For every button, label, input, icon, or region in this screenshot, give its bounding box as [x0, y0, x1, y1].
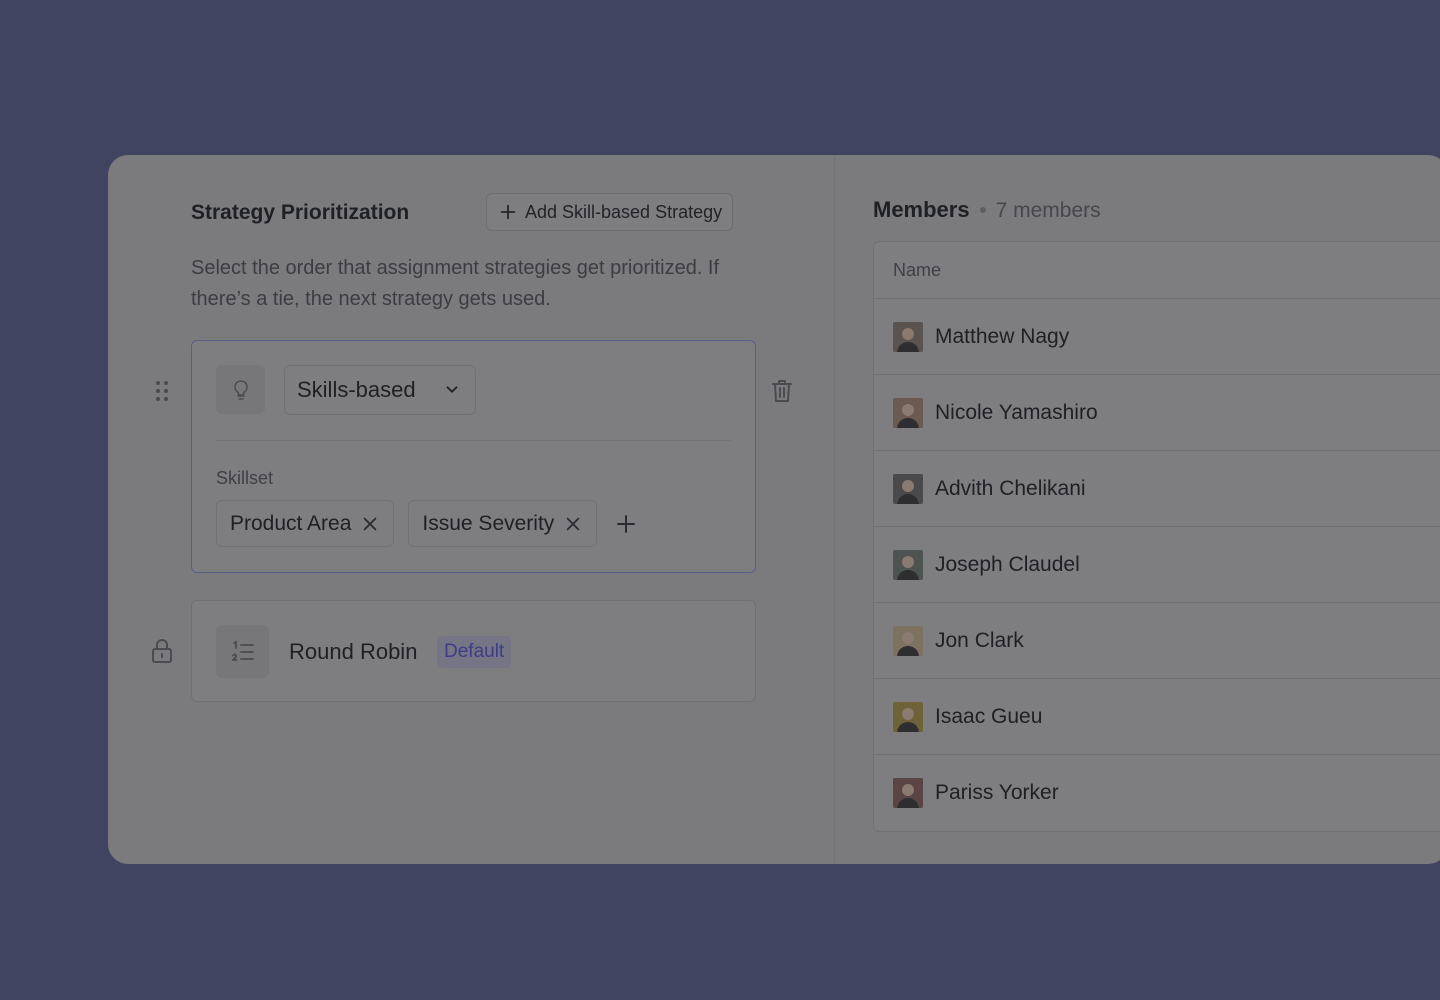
strategy-item-skills: Skills-based Skillset Product Area Issue…: [191, 340, 756, 573]
member-name: Nicole Yamashiro: [935, 400, 1098, 424]
divider: [216, 440, 731, 441]
avatar: [893, 473, 923, 504]
add-button-label: Add Skill-based Strategy: [525, 201, 723, 222]
plus-icon: [617, 514, 636, 533]
skill-chip: Product Area: [216, 500, 395, 547]
members-header: Members 7 members: [873, 197, 1101, 223]
lightbulb-icon: [233, 379, 248, 400]
strategy-panel: Strategy Prioritization Add Skill-based …: [108, 155, 834, 864]
members-count: 7 members: [995, 199, 1101, 222]
separator-dot: [979, 207, 986, 213]
avatar: [893, 321, 923, 352]
default-badge: Default: [437, 636, 512, 668]
table-row[interactable]: Nicole Yamashiro: [874, 375, 1440, 451]
routing-settings-card: Strategy Prioritization Add Skill-based …: [108, 155, 1440, 864]
add-skill-strategy-button[interactable]: Add Skill-based Strategy: [486, 193, 734, 231]
table-row[interactable]: Isaac Gueu: [874, 679, 1440, 755]
close-icon[interactable]: [361, 515, 379, 533]
plus-icon: [500, 204, 516, 220]
drag-handle-icon[interactable]: [152, 379, 172, 403]
table-row[interactable]: Jon Clark: [874, 603, 1440, 679]
section-description: Select the order that assignment strateg…: [191, 257, 720, 310]
member-name: Isaac Gueu: [935, 704, 1043, 728]
table-row[interactable]: Matthew Nagy: [874, 299, 1440, 375]
skillset-label: Skillset: [216, 468, 274, 488]
skill-chip: Issue Severity: [408, 500, 598, 547]
column-header-name: Name: [874, 242, 1440, 299]
table-row[interactable]: Pariss Yorker: [874, 755, 1440, 831]
strategy-icon-tile: [216, 625, 269, 678]
avatar: [893, 625, 923, 656]
member-name: Pariss Yorker: [935, 781, 1059, 804]
skill-chip-label: Issue Severity: [422, 511, 555, 535]
close-icon[interactable]: [564, 515, 582, 533]
add-skill-button[interactable]: [611, 509, 641, 539]
avatar: [893, 549, 923, 580]
member-name: Advith Chelikani: [935, 476, 1086, 500]
strategy-icon-tile: [216, 365, 265, 414]
strategy-type-value: Skills-based: [297, 377, 416, 402]
chevron-down-icon: [446, 386, 458, 393]
avatar: [893, 397, 923, 428]
table-row[interactable]: Advith Chelikani: [874, 451, 1440, 527]
strategy-type-label: Round Robin: [289, 639, 418, 664]
strategy-item-round-robin: Round Robin Default: [191, 600, 756, 702]
section-title: Strategy Prioritization: [191, 201, 410, 224]
members-table: Name Matthew Nagy Nicole Yamashiro Advith …: [873, 241, 1440, 832]
trash-icon[interactable]: [768, 377, 796, 405]
avatar: [893, 701, 923, 732]
numbered-list-icon: [231, 640, 254, 661]
table-row[interactable]: Joseph Claudel: [874, 527, 1440, 603]
strategy-type-select[interactable]: Skills-based: [284, 365, 476, 415]
skill-chip-label: Product Area: [230, 511, 352, 535]
member-name: Matthew Nagy: [935, 324, 1070, 348]
skill-chips: Product Area Issue Severity: [216, 500, 641, 547]
member-name: Joseph Claudel: [935, 552, 1080, 576]
members-panel: Members 7 members Name Matthew Nagy Nicol…: [835, 155, 1440, 864]
avatar: [893, 778, 923, 808]
member-name: Jon Clark: [935, 628, 1024, 652]
lock-icon: [152, 639, 172, 663]
members-title: Members: [873, 197, 970, 222]
